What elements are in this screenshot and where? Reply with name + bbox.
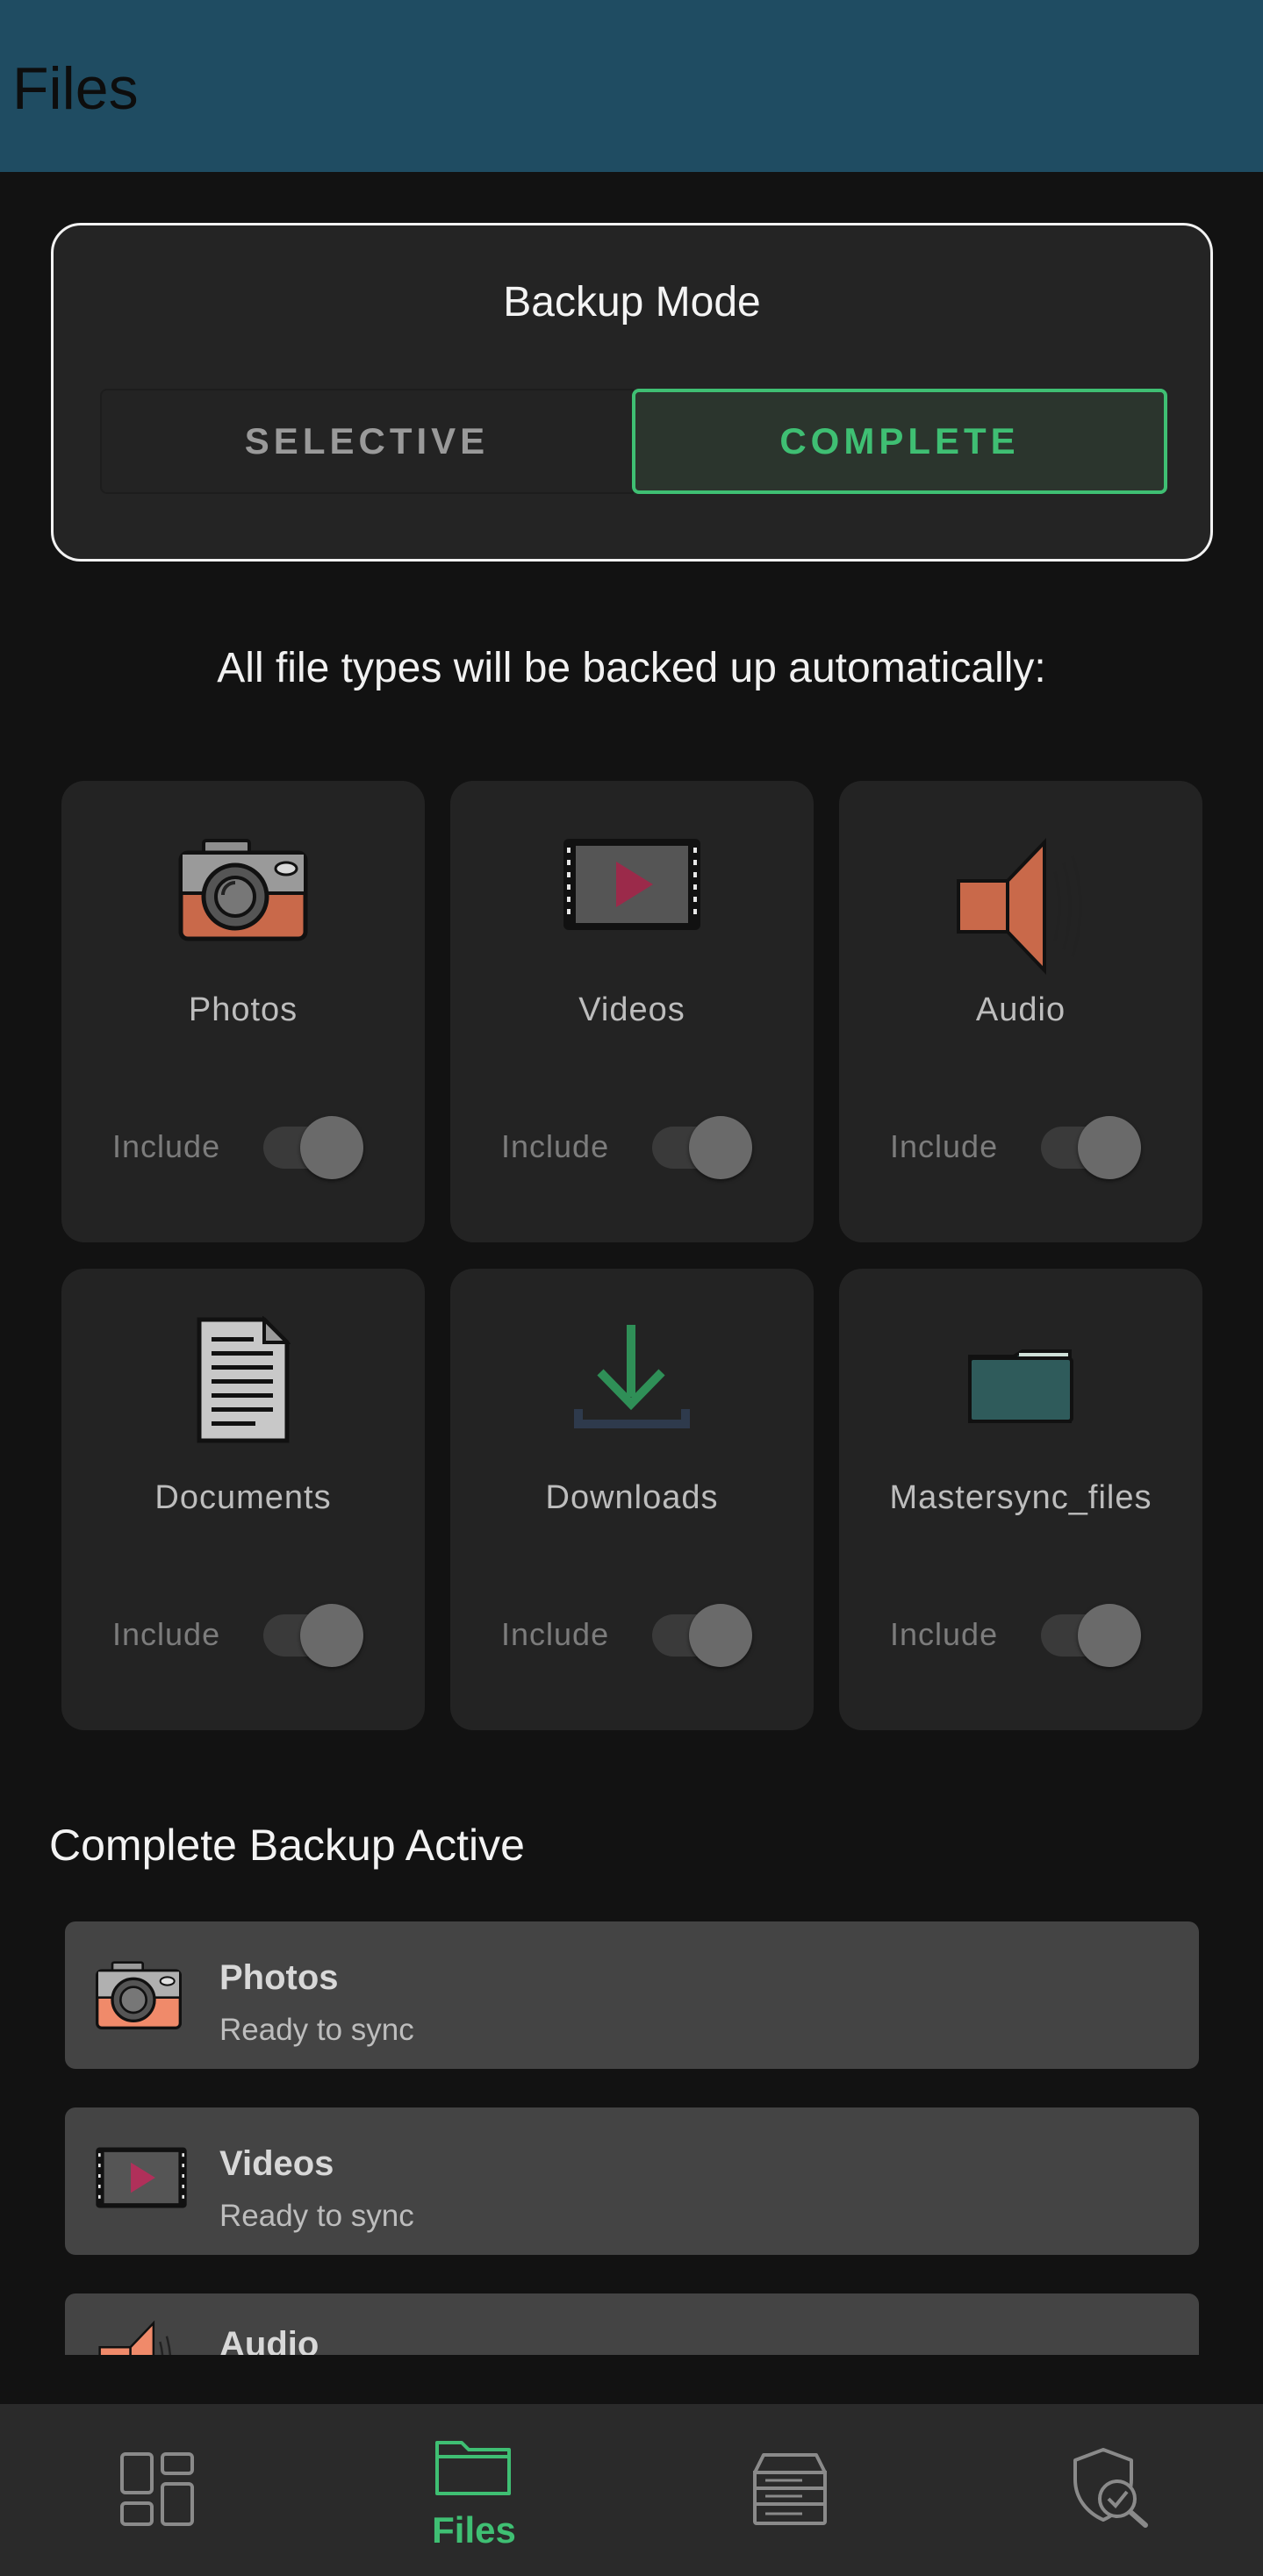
file-type-label: Downloads xyxy=(545,1479,719,1516)
app-bar: Files xyxy=(0,0,1263,172)
nav-item-files[interactable]: Files xyxy=(316,2404,632,2576)
camera-icon xyxy=(61,837,425,986)
folder-icon xyxy=(839,1348,1202,1497)
file-type-tile-photos: Photos Include xyxy=(61,781,425,1242)
file-type-tile-videos: Videos Include xyxy=(450,781,814,1242)
backup-mode-title: Backup Mode xyxy=(503,279,761,326)
file-type-label: Audio xyxy=(975,991,1066,1028)
file-type-tile-documents: Documents Include xyxy=(61,1269,425,1730)
include-downloads-toggle[interactable] xyxy=(649,1602,754,1669)
film-play-icon xyxy=(95,2146,187,2220)
nav-item-security[interactable] xyxy=(947,2404,1263,2576)
list-item[interactable]: Photos Ready to sync xyxy=(65,1921,1199,2069)
file-type-label: Documents xyxy=(154,1479,332,1516)
active-backup-list[interactable]: Photos Ready to sync Videos Ready to syn… xyxy=(0,1913,1263,2355)
file-type-label: Videos xyxy=(578,991,685,1028)
camera-icon xyxy=(95,1960,183,2034)
file-type-label: Photos xyxy=(188,991,298,1028)
list-item-status: Ready to sync xyxy=(219,2013,414,2047)
speaker-icon xyxy=(839,837,1202,986)
backup-mode-card: Backup Mode SELECTIVE COMPLETE xyxy=(51,223,1213,562)
include-label: Include xyxy=(112,1128,221,1164)
include-audio-toggle[interactable] xyxy=(1037,1114,1143,1181)
bottom-navigation: Files xyxy=(0,2404,1263,2576)
include-videos-toggle[interactable] xyxy=(649,1114,754,1181)
server-icon xyxy=(753,2453,827,2525)
shield-check-icon xyxy=(1073,2448,1148,2528)
document-icon xyxy=(61,1316,425,1465)
selective-mode-button[interactable]: SELECTIVE xyxy=(100,389,634,494)
complete-mode-button[interactable]: COMPLETE xyxy=(632,389,1167,494)
nav-item-storage[interactable] xyxy=(632,2404,948,2576)
include-photos-toggle[interactable] xyxy=(260,1114,365,1181)
nav-label: Files xyxy=(432,2509,516,2551)
backup-info-text: All file types will be backed up automat… xyxy=(217,645,1046,691)
page-title: Files xyxy=(12,55,139,122)
list-item-name: Videos xyxy=(219,2144,334,2183)
list-item-status: Ready to sync xyxy=(219,2199,414,2233)
include-label: Include xyxy=(112,1616,221,1652)
include-label: Include xyxy=(501,1616,610,1652)
speaker-icon xyxy=(95,2320,183,2355)
include-label: Include xyxy=(501,1128,610,1164)
file-type-tile-downloads: Downloads Include xyxy=(450,1269,814,1730)
file-type-label: Mastersync_files xyxy=(889,1479,1152,1516)
file-type-tile-audio: Audio Include xyxy=(839,781,1202,1242)
section-title: Complete Backup Active xyxy=(49,1821,525,1870)
nav-item-dashboard[interactable] xyxy=(0,2404,316,2576)
download-icon xyxy=(450,1321,814,1470)
film-play-icon xyxy=(450,837,814,986)
list-item-name: Audio xyxy=(219,2325,319,2355)
file-type-tile-mastersync-files: Mastersync_files Include xyxy=(839,1269,1202,1730)
include-label: Include xyxy=(890,1128,999,1164)
list-item[interactable]: Audio xyxy=(65,2293,1199,2355)
include-label: Include xyxy=(890,1616,999,1652)
include-documents-toggle[interactable] xyxy=(260,1602,365,1669)
list-item[interactable]: Videos Ready to sync xyxy=(65,2107,1199,2255)
dashboard-icon xyxy=(120,2452,194,2526)
include-mastersync-files-toggle[interactable] xyxy=(1037,1602,1143,1669)
list-item-name: Photos xyxy=(219,1958,339,1997)
folder-icon xyxy=(435,2441,511,2495)
